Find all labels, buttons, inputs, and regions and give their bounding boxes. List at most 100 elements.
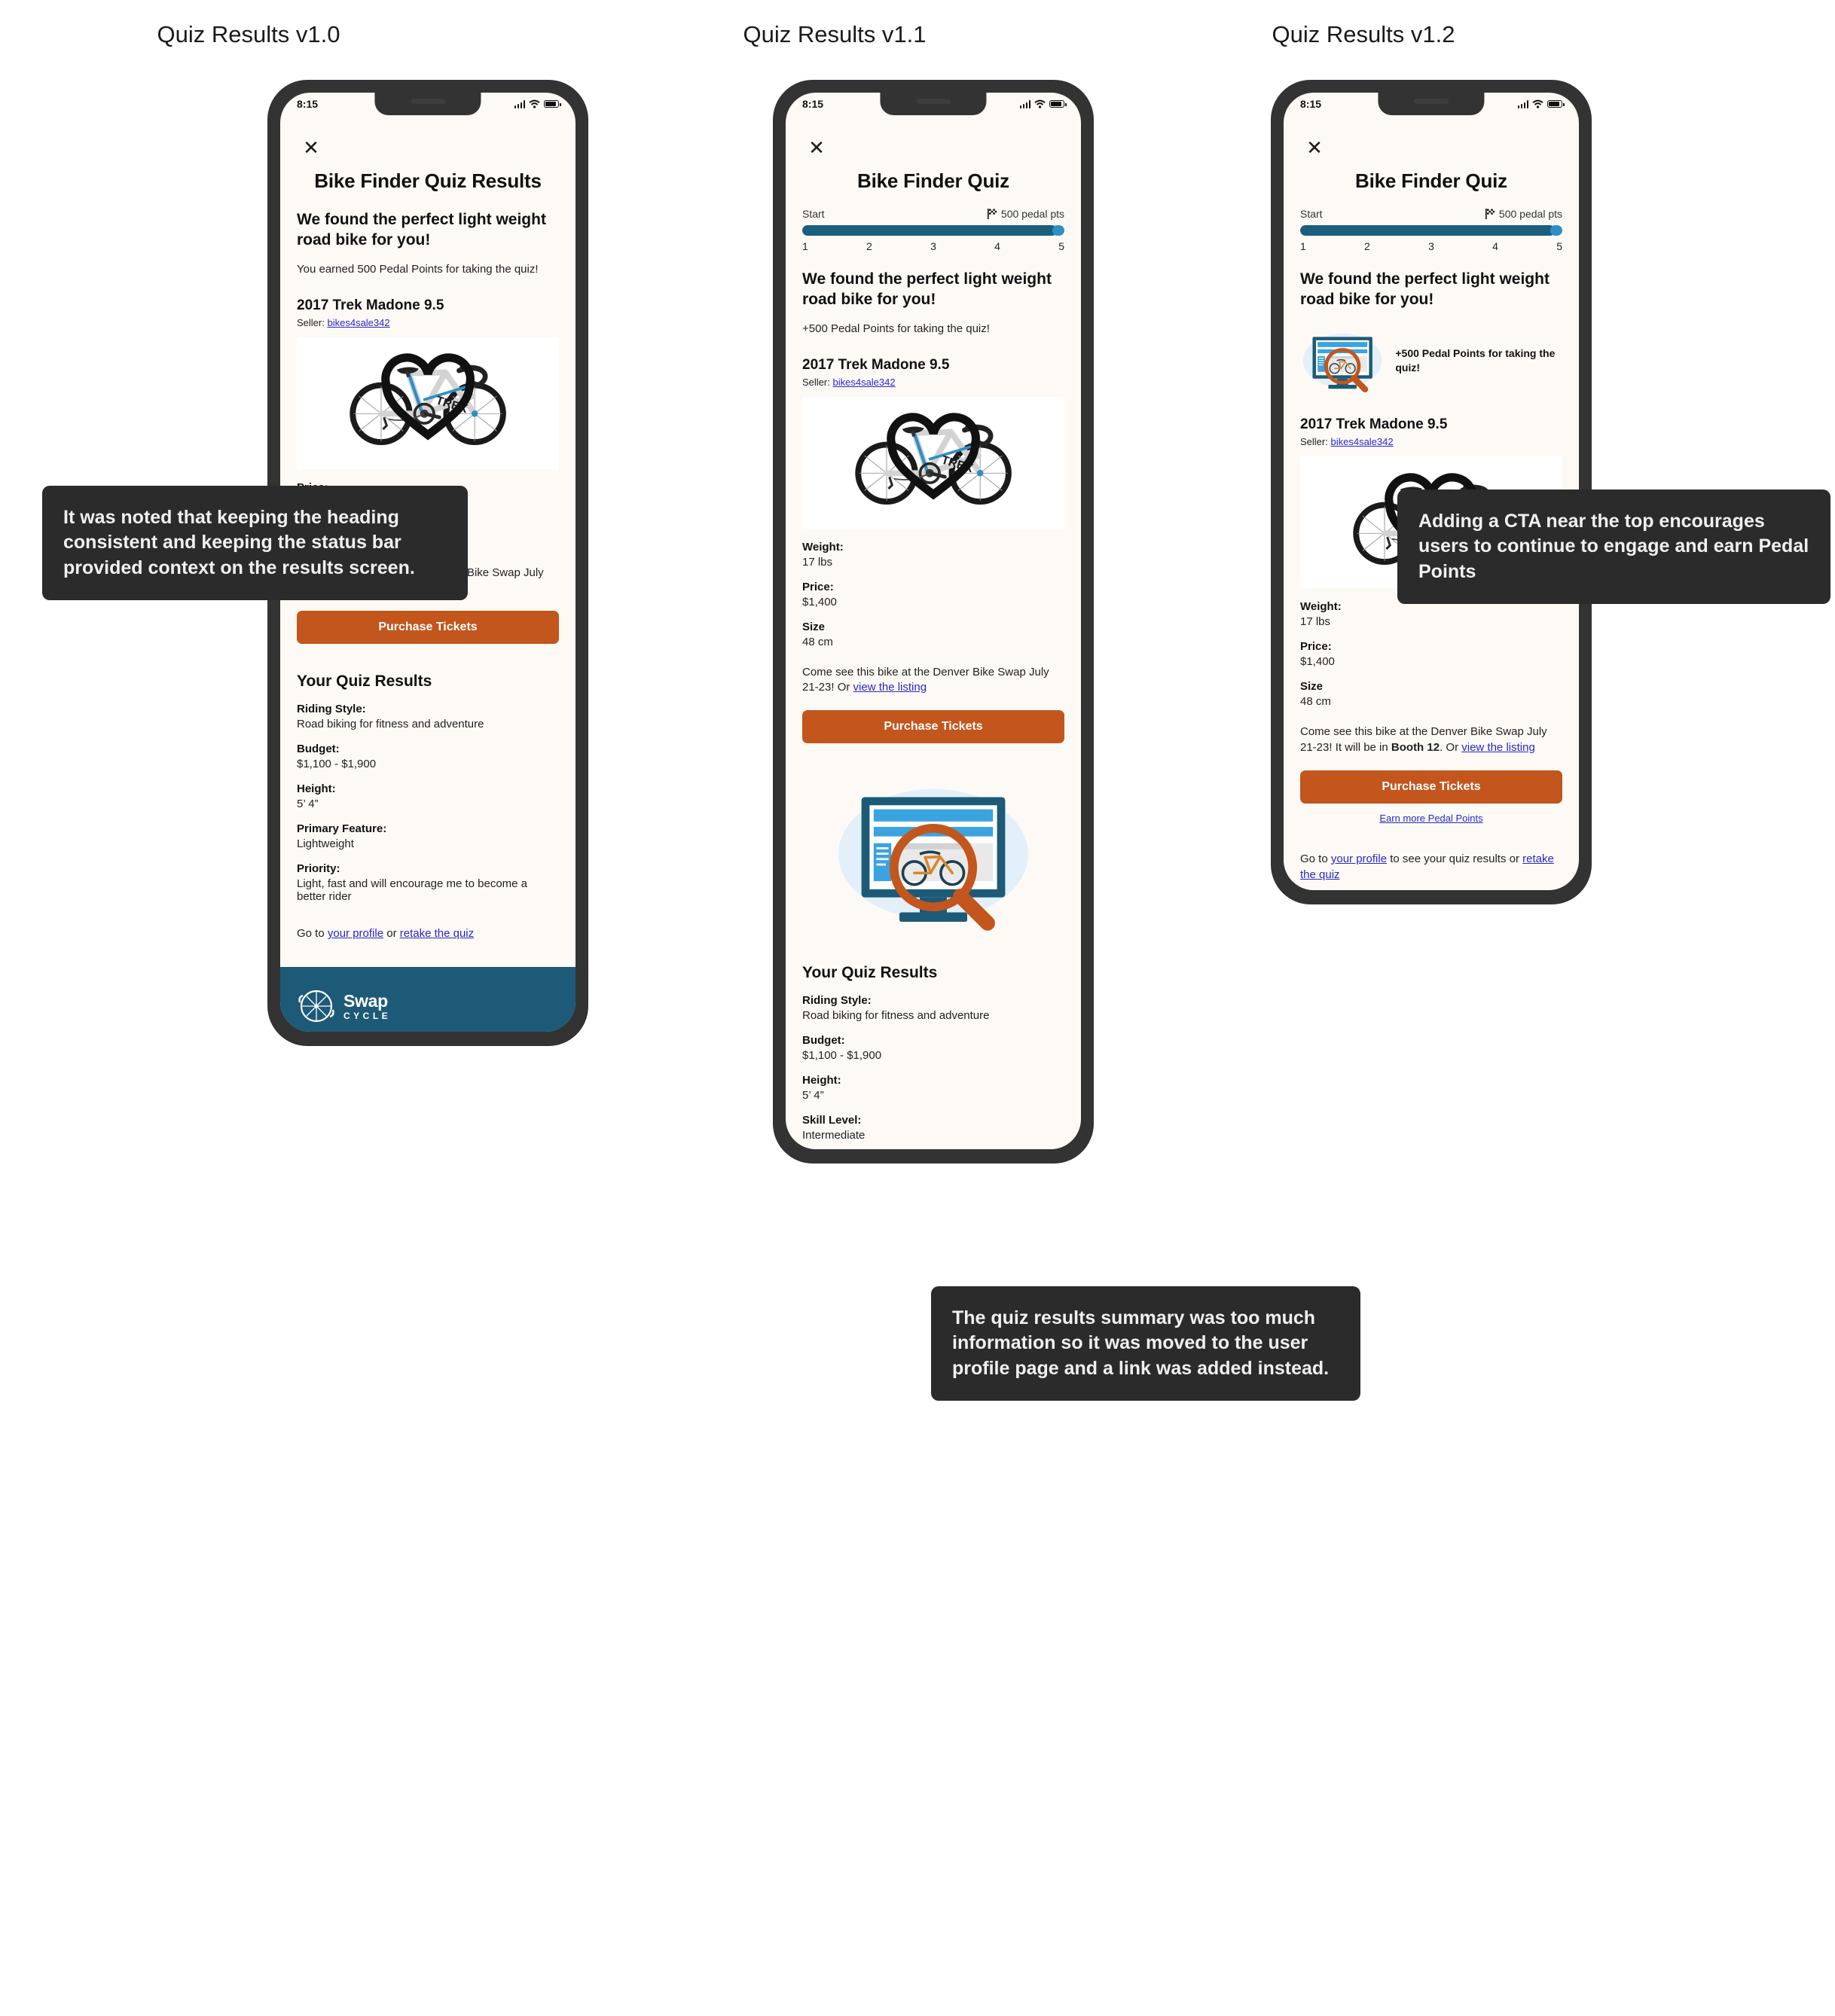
column-title-v2: Quiz Results v1.1: [743, 21, 927, 47]
close-icon[interactable]: ✕: [1302, 135, 1327, 160]
result-key: Height:: [802, 1074, 841, 1087]
column-title-v3: Quiz Results v1.2: [1272, 21, 1455, 47]
earn-more-pedal-points-link[interactable]: Earn more Pedal Points: [1300, 813, 1562, 824]
seller-link[interactable]: bikes4sale342: [327, 317, 389, 328]
logo-word-1: Swap: [343, 990, 388, 1011]
result-value: $1,100 - $1,900: [802, 1049, 882, 1063]
purchase-tickets-button[interactable]: Purchase Tickets: [297, 611, 559, 645]
spec-key: Size: [802, 620, 826, 633]
result-key: Height:: [297, 782, 336, 796]
spec-value: 17 lbs: [802, 555, 833, 569]
pedal-points-cta-card[interactable]: +500 Pedal Points for taking the quiz!: [1300, 325, 1562, 397]
seller-link[interactable]: bikes4sale342: [832, 377, 895, 388]
spec-value: 48 cm: [1300, 695, 1331, 709]
lead-heading: We found the perfect light weight road b…: [802, 270, 1052, 308]
result-key: Budget:: [297, 743, 340, 756]
seller-line: Seller: bikes4sale342: [297, 317, 559, 328]
result-row: Budget: $1,100 - $1,900: [802, 1034, 1064, 1062]
phone-notch: [1378, 93, 1485, 115]
wifi-icon: [1034, 99, 1046, 108]
view-listing-link[interactable]: view the listing: [853, 681, 927, 694]
site-footer-v1: Swap CYCLE Home How it Works Bike Finder…: [280, 967, 576, 1032]
result-value: Lightweight: [297, 837, 354, 851]
view-listing-link[interactable]: view the listing: [1461, 741, 1535, 754]
step-label: 4: [1492, 239, 1498, 252]
points-message: +500 Pedal Points for taking the quiz!: [802, 322, 990, 336]
spec-row: Size 48 cm: [1300, 680, 1562, 708]
product-name: 2017 Trek Madone 9.5: [297, 297, 444, 313]
result-key: Budget:: [802, 1034, 845, 1048]
spec-row: Weight: 17 lbs: [1300, 600, 1562, 628]
page-title: Bike Finder Quiz Results: [314, 169, 542, 192]
result-row: Height: 5’ 4”: [297, 782, 559, 810]
progress-start-label: Start: [802, 207, 825, 220]
spec-value: $1,400: [802, 595, 837, 608]
annotation-v2: The quiz results summary was too much in…: [931, 1286, 1360, 1401]
quiz-progress: Start 500 pedal pts 1 2 3 4 5: [802, 208, 1064, 252]
progress-end-label: 500 pedal pts: [1000, 207, 1064, 220]
annotation-v1: It was noted that keeping the heading co…: [42, 486, 468, 600]
wifi-icon: [529, 99, 540, 108]
progress-step-labels: 1 2 3 4 5: [802, 240, 1064, 252]
logo-word-2: CYCLE: [343, 1010, 392, 1021]
event-note: Come see this bike at the Denver Bike Sw…: [1300, 725, 1547, 754]
lead-heading: We found the perfect light weight road b…: [297, 210, 546, 249]
seller-label: Seller:: [802, 376, 830, 388]
screen-v2: 8:15 ✕ Bike Finder Quiz Start 500 pedal …: [786, 93, 1081, 1149]
progress-bar[interactable]: [802, 224, 1064, 236]
step-label: 3: [930, 239, 936, 252]
spec-value: $1,400: [1300, 655, 1335, 669]
spec-row: Price: $1,400: [1300, 640, 1562, 668]
phone-notch: [880, 93, 987, 115]
result-value: Road biking for fitness and adventure: [802, 1009, 990, 1023]
spec-value: 48 cm: [802, 635, 833, 648]
screenshot-canvas: Quiz Results v1.0 Quiz Results v1.1 Quiz…: [0, 0, 1835, 2016]
seller-line: Seller: bikes4sale342: [802, 377, 1064, 388]
cellular-bars-icon: [1019, 99, 1030, 108]
spec-key: Price:: [1300, 640, 1332, 654]
cellular-bars-icon: [1517, 99, 1528, 108]
page-title: Bike Finder Quiz: [1355, 169, 1507, 192]
annotation-v3: Adding a CTA near the top encourages use…: [1397, 490, 1830, 604]
pedal-points-cta-text: +500 Pedal Points for taking the quiz!: [1395, 347, 1556, 374]
brand-logo[interactable]: Swap CYCLE: [297, 987, 559, 1026]
result-key: Skill Level:: [802, 1114, 862, 1127]
product-name: 2017 Trek Madone 9.5: [1300, 416, 1448, 433]
your-profile-link[interactable]: your profile: [1331, 852, 1387, 865]
status-time: 8:15: [802, 98, 824, 110]
quiz-results-heading: Your Quiz Results: [802, 964, 938, 982]
result-row: Skill Level: Intermediate: [802, 1114, 1064, 1142]
result-row: Budget: $1,100 - $1,900: [297, 743, 559, 770]
product-image: [297, 337, 559, 469]
progress-bar[interactable]: [1300, 224, 1562, 236]
purchase-tickets-button[interactable]: Purchase Tickets: [1300, 770, 1562, 804]
status-time: 8:15: [297, 98, 319, 110]
quiz-results-heading: Your Quiz Results: [297, 673, 432, 691]
result-key: Riding Style:: [297, 703, 366, 716]
step-label: 3: [1428, 239, 1434, 252]
your-profile-link[interactable]: your profile: [328, 927, 383, 940]
result-key: Priority:: [297, 862, 340, 876]
status-time: 8:15: [1300, 98, 1322, 110]
result-row: Priority: Light, fast and will encourage…: [297, 862, 559, 903]
column-title-v1: Quiz Results v1.0: [157, 21, 340, 47]
seller-label: Seller:: [297, 316, 325, 328]
seller-link[interactable]: bikes4sale342: [1330, 436, 1393, 447]
close-icon[interactable]: ✕: [298, 135, 324, 160]
result-value: $1,100 - $1,900: [297, 758, 377, 771]
purchase-tickets-button[interactable]: Purchase Tickets: [802, 710, 1064, 744]
battery-icon: [544, 100, 561, 108]
heart-icon[interactable]: [307, 345, 548, 450]
spec-row: Weight: 17 lbs: [802, 541, 1064, 569]
product-image: [802, 396, 1064, 529]
step-label: 4: [994, 239, 1000, 252]
result-value: Intermediate: [802, 1129, 866, 1142]
close-icon[interactable]: ✕: [804, 135, 829, 160]
wifi-icon: [1532, 99, 1543, 108]
result-key: Riding Style:: [802, 994, 872, 1008]
bike-listing-magnifier-illustration: [1300, 325, 1385, 397]
spec-key: Weight:: [802, 540, 844, 554]
heart-icon[interactable]: [813, 404, 1054, 510]
spec-row: Size 48 cm: [802, 621, 1064, 648]
retake-quiz-link[interactable]: retake the quiz: [400, 927, 474, 940]
